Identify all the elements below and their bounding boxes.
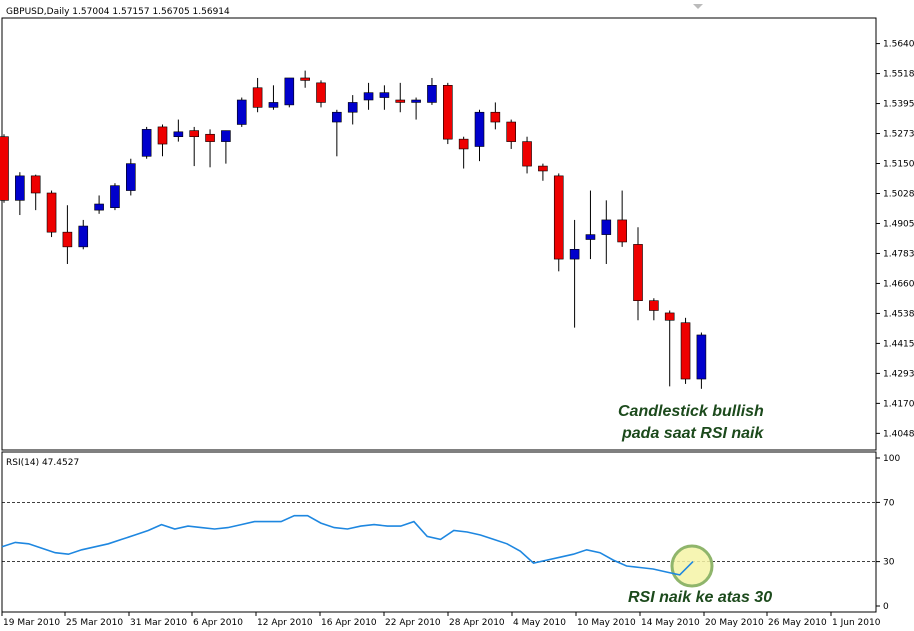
price-y-tick-label: 1.52730 bbox=[883, 130, 914, 140]
price-y-tick-label: 1.40480 bbox=[883, 429, 914, 439]
x-axis: 19 Mar 2010 25 Mar 2010 31 Mar 2010 6 Apr 2… bbox=[1, 612, 881, 628]
x-tick-label: 14 May 2010 bbox=[641, 618, 700, 628]
candle-body bbox=[395, 99, 406, 103]
candle-body bbox=[506, 121, 517, 142]
candle-body bbox=[585, 234, 596, 240]
price-y-axis: 1.56405 1.55180 1.53955 1.52730 1.51505 1.502… bbox=[876, 40, 914, 439]
candle-body bbox=[189, 130, 199, 138]
x-tick-label: 25 Mar 2010 bbox=[66, 618, 123, 628]
x-tick-label: 16 Apr 2010 bbox=[321, 618, 377, 628]
candle-body bbox=[316, 82, 326, 103]
candle-body bbox=[252, 87, 263, 108]
candle-body bbox=[332, 111, 342, 123]
rsi-panel bbox=[1, 451, 877, 613]
candle-body bbox=[569, 248, 580, 260]
price-y-tick-label: 1.49055 bbox=[883, 219, 914, 229]
chart-svg: GBPUSD,Daily 1.57004 1.57157 1.56705 1.5… bbox=[0, 4, 914, 628]
candle-body bbox=[553, 175, 564, 260]
candle-body bbox=[601, 219, 612, 235]
candle-body bbox=[474, 111, 485, 147]
candlestick-annotation: Candlestick bullish bbox=[618, 403, 764, 420]
x-tick-label: 6 Apr 2010 bbox=[193, 618, 243, 628]
price-y-tick-label: 1.47830 bbox=[883, 249, 914, 259]
price-y-tick-label: 1.46605 bbox=[883, 279, 914, 289]
price-y-tick-label: 1.41705 bbox=[883, 399, 914, 409]
candle-body bbox=[696, 334, 707, 380]
candle-body bbox=[649, 300, 659, 311]
candle-body bbox=[236, 99, 247, 125]
candle-body bbox=[30, 175, 41, 194]
candle-body bbox=[617, 219, 627, 243]
candle-body bbox=[205, 133, 215, 142]
price-y-tick-label: 1.50280 bbox=[883, 189, 914, 199]
x-tick-label: 19 Mar 2010 bbox=[3, 618, 60, 628]
candle-body bbox=[15, 175, 25, 201]
x-tick-label: 26 May 2010 bbox=[768, 618, 827, 628]
x-tick-label: 28 Apr 2010 bbox=[449, 618, 505, 628]
candle-body bbox=[78, 225, 89, 248]
candle-body bbox=[411, 99, 421, 103]
candle-body bbox=[347, 102, 358, 113]
rsi-y-tick-label: 0 bbox=[883, 602, 889, 612]
price-y-tick-label: 1.53955 bbox=[883, 100, 914, 110]
price-y-tick-label: 1.51505 bbox=[883, 160, 914, 170]
x-tick-label: 20 May 2010 bbox=[705, 618, 764, 628]
candle-body bbox=[490, 111, 501, 123]
candle-body bbox=[522, 141, 532, 167]
candle-body bbox=[363, 92, 374, 101]
x-tick-label: 22 Apr 2010 bbox=[385, 618, 441, 628]
candle-body bbox=[0, 136, 9, 201]
candle-body bbox=[221, 130, 231, 142]
price-panel-title: GBPUSD,Daily 1.57004 1.57157 1.56705 1.5… bbox=[6, 7, 230, 17]
candle-body bbox=[680, 322, 691, 380]
price-panel bbox=[1, 17, 877, 451]
candle-body bbox=[300, 77, 310, 81]
rsi-y-tick-label: 100 bbox=[883, 454, 900, 464]
rsi-y-axis: 100 70 30 0 bbox=[876, 454, 900, 612]
candle-body bbox=[94, 203, 104, 211]
candle-body bbox=[427, 85, 437, 103]
x-tick-label: 12 Apr 2010 bbox=[257, 618, 313, 628]
price-y-tick-label: 1.55180 bbox=[883, 70, 914, 80]
price-y-tick-label: 1.56405 bbox=[883, 40, 914, 50]
candle-body bbox=[110, 185, 120, 208]
x-tick-label: 31 Mar 2010 bbox=[130, 618, 187, 628]
candle-body bbox=[173, 131, 184, 138]
candle-body bbox=[268, 102, 279, 108]
candle-body bbox=[157, 126, 168, 145]
rsi-panel-title: RSI(14) 47.4527 bbox=[6, 458, 79, 468]
x-tick-label: 1 Jun 2010 bbox=[832, 618, 881, 628]
candle-body bbox=[442, 85, 453, 140]
candle-body bbox=[538, 165, 548, 172]
price-y-tick-label: 1.42930 bbox=[883, 369, 914, 379]
rsi-y-tick-label: 30 bbox=[883, 558, 895, 568]
candle-body bbox=[379, 92, 390, 98]
x-tick-label: 4 May 2010 bbox=[513, 618, 566, 628]
price-y-tick-label: 1.45380 bbox=[883, 309, 914, 319]
candle-body bbox=[62, 231, 73, 248]
scroll-marker-icon[interactable] bbox=[693, 4, 703, 9]
candle-body bbox=[664, 312, 675, 321]
x-tick-label: 10 May 2010 bbox=[577, 618, 636, 628]
rsi-highlight-circle bbox=[670, 544, 714, 588]
candle-body bbox=[633, 244, 643, 301]
candle-body bbox=[458, 138, 469, 150]
rsi-y-tick-label: 70 bbox=[883, 498, 895, 508]
rsi-annotation: RSI naik ke atas 30 bbox=[628, 589, 772, 606]
candle-body bbox=[141, 129, 152, 157]
candlestick-annotation-line2: pada saat RSI naik bbox=[621, 425, 764, 442]
candle-body bbox=[46, 192, 57, 233]
price-y-tick-label: 1.44155 bbox=[883, 339, 914, 349]
candle-body bbox=[126, 163, 136, 191]
candle-body bbox=[284, 77, 295, 106]
